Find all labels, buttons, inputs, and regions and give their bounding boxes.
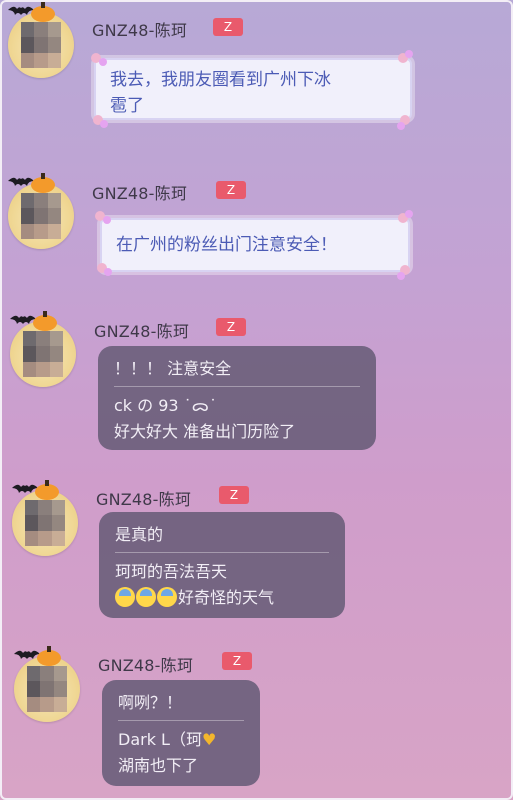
pumpkin-icon bbox=[37, 646, 61, 666]
avatar[interactable] bbox=[6, 311, 82, 389]
ribbon-decoration bbox=[97, 263, 112, 276]
fearful-face-emoji bbox=[157, 587, 177, 607]
sender-name: GNZ48-陈珂 bbox=[98, 656, 194, 675]
message-text: 好大好大 准备出门历险了 bbox=[114, 422, 296, 441]
avatar[interactable] bbox=[8, 480, 84, 558]
pumpkin-icon bbox=[33, 311, 57, 331]
yellow-heart-icon: ♥ bbox=[201, 730, 217, 749]
sender-name: GNZ48-陈珂 bbox=[96, 490, 192, 509]
message-text: 好奇怪的天气 bbox=[115, 585, 329, 611]
message-text: 雹了 bbox=[110, 96, 144, 116]
message-text: 在广州的粉丝出门注意安全！ bbox=[116, 235, 337, 255]
message-text: Dark L（珂♥ bbox=[118, 730, 217, 749]
member-badge: Z bbox=[219, 486, 249, 504]
ribbon-decoration bbox=[398, 50, 413, 63]
member-badge: Z bbox=[222, 652, 252, 670]
message-bubble[interactable]: 我去，我朋友圈看到广州下冰 雹了 bbox=[94, 58, 412, 120]
pumpkin-icon bbox=[31, 2, 55, 22]
quoted-message[interactable]: 啊咧？！ bbox=[118, 690, 244, 721]
blurred-face bbox=[21, 193, 61, 239]
ribbon-decoration bbox=[95, 211, 111, 224]
blurred-face bbox=[27, 666, 67, 712]
blurred-face bbox=[21, 22, 61, 68]
sender-name: GNZ48-陈珂 bbox=[94, 322, 190, 341]
message-text: ck の 93 ˙ᯅ˙ bbox=[114, 396, 217, 415]
message-text: 珂珂的吾法吾天 bbox=[115, 562, 228, 581]
blurred-face bbox=[23, 331, 63, 377]
ribbon-decoration bbox=[91, 53, 107, 66]
member-badge: Z bbox=[216, 181, 246, 199]
avatar[interactable] bbox=[4, 173, 80, 251]
quoted-message[interactable]: 是真的 bbox=[115, 522, 329, 553]
member-badge: Z bbox=[216, 318, 246, 336]
blurred-face bbox=[25, 500, 65, 546]
pumpkin-icon bbox=[35, 480, 59, 500]
fearful-face-emoji bbox=[136, 587, 156, 607]
avatar[interactable] bbox=[4, 2, 80, 80]
member-badge: Z bbox=[213, 18, 243, 36]
avatar[interactable] bbox=[10, 646, 86, 724]
pumpkin-icon bbox=[31, 173, 55, 193]
sender-name: GNZ48-陈珂 bbox=[92, 184, 188, 203]
message-text: 湖南也下了 bbox=[118, 756, 199, 775]
ribbon-decoration bbox=[397, 115, 410, 130]
message-bubble[interactable]: 是真的 珂珂的吾法吾天 好奇怪的天气 bbox=[99, 512, 345, 618]
ribbon-decoration bbox=[397, 265, 410, 280]
message-bubble[interactable]: 在广州的粉丝出门注意安全！ bbox=[100, 218, 410, 272]
ribbon-decoration bbox=[398, 210, 413, 223]
message-bubble[interactable]: ！！！ 注意安全 ck の 93 ˙ᯅ˙ 好大好大 准备出门历险了 bbox=[98, 346, 376, 450]
message-bubble[interactable]: 啊咧？！ Dark L（珂♥ 湖南也下了 bbox=[102, 680, 260, 786]
fearful-face-emoji bbox=[115, 587, 135, 607]
ribbon-decoration bbox=[93, 115, 108, 128]
sender-name: GNZ48-陈珂 bbox=[92, 21, 188, 40]
quoted-message[interactable]: ！！！ 注意安全 bbox=[114, 356, 360, 387]
message-text: 我去，我朋友圈看到广州下冰 bbox=[110, 70, 331, 90]
